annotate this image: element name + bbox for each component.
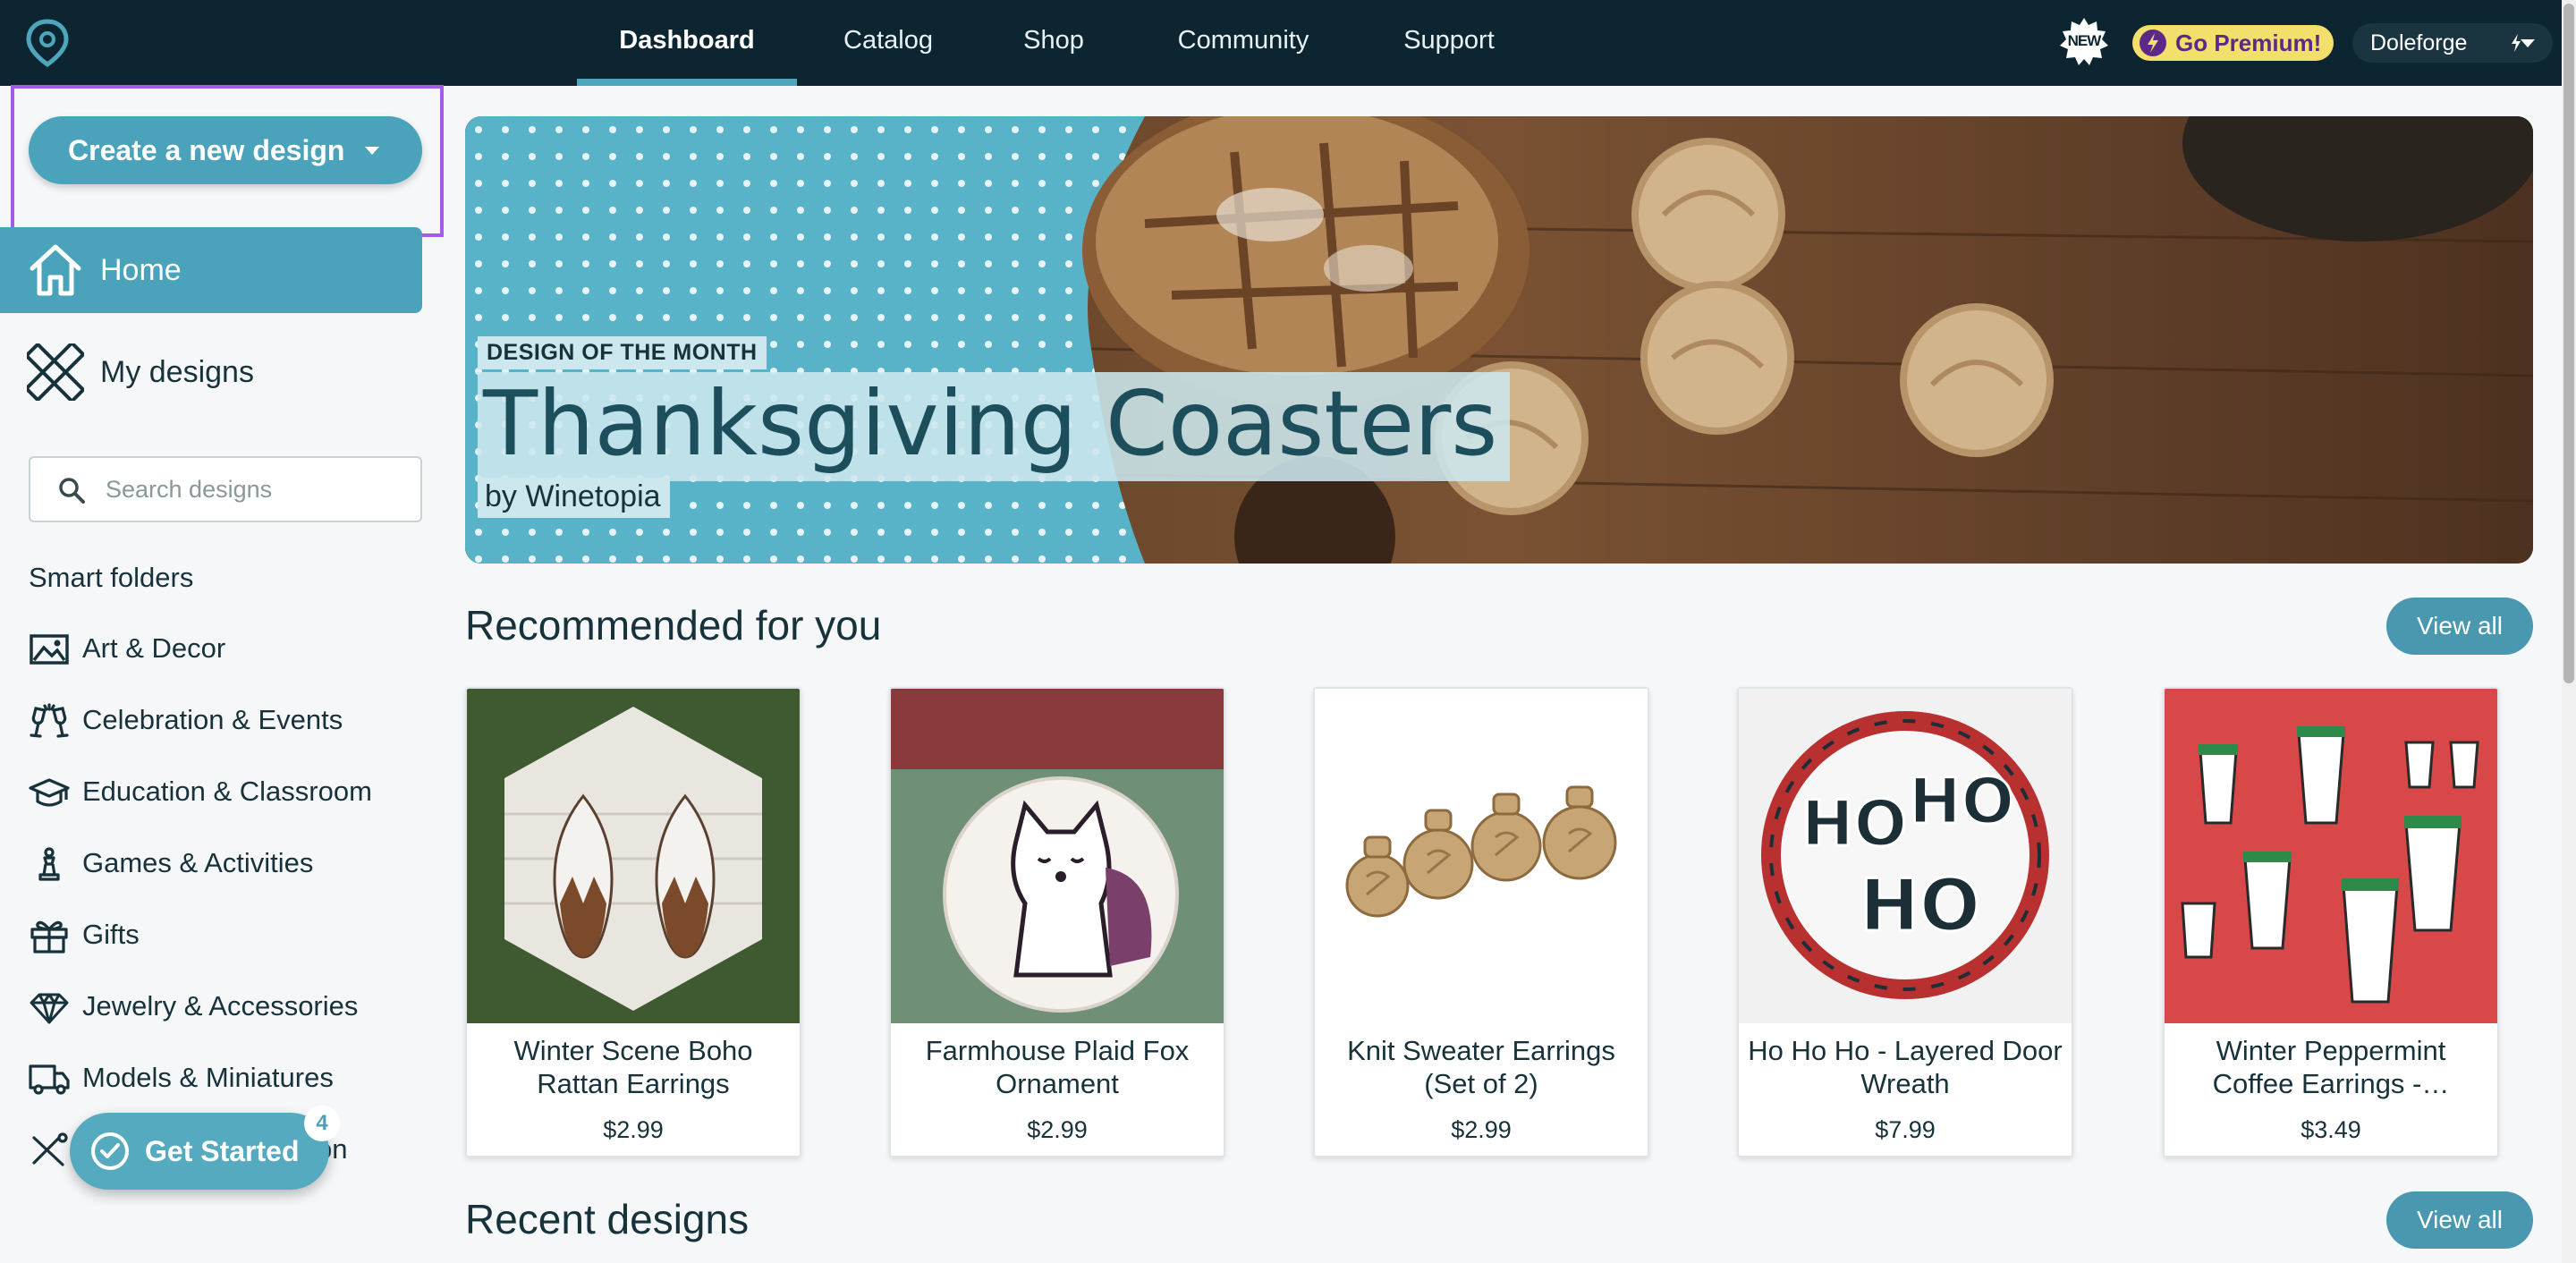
recommended-heading: Recommended for you [465, 602, 882, 648]
product-price: $3.49 [2301, 1116, 2361, 1143]
product-name: Winter Peppermint Coffee Earrings -… [2212, 1035, 2450, 1099]
new-badge[interactable]: NEW [2059, 16, 2109, 66]
checkmark-icon [91, 1132, 129, 1170]
app-logo-icon[interactable] [25, 18, 70, 68]
diamond-icon [30, 993, 69, 1024]
sidebar-item-education-classroom[interactable]: Education & Classroom [29, 764, 440, 819]
sidebar-item-label: Celebration & Events [82, 704, 343, 735]
product-price: $7.99 [1875, 1116, 1936, 1143]
sidebar-item-label: Art & Decor [82, 632, 226, 664]
product-name: Knit Sweater Earrings (Set of 2) [1347, 1035, 1615, 1099]
sidebar-item-jewelry-accessories[interactable]: Jewelry & Accessories [29, 979, 440, 1034]
sidebar-item-label: Games & Activities [82, 847, 314, 878]
product-price: $2.99 [1451, 1116, 1512, 1143]
product-card[interactable]: Knit Sweater Earrings (Set of 2) $2.99 [1313, 687, 1649, 1157]
sidebar-item-label: Models & Miniatures [82, 1062, 334, 1093]
lightning-icon [2140, 30, 2166, 56]
hero-byline: by Winetopia [478, 478, 670, 518]
home-icon [30, 244, 81, 296]
sidebar-item-home[interactable]: Home [0, 227, 422, 313]
user-menu-dropdown[interactable]: Doleforge [2352, 23, 2553, 63]
product-image [891, 689, 1224, 1023]
tab-catalog[interactable]: Catalog [814, 0, 962, 86]
tab-support[interactable]: Support [1383, 0, 1515, 86]
design-of-the-month-tag: DESIGN OF THE MONTH [478, 336, 767, 369]
chevron-down-icon [2521, 39, 2535, 47]
chevron-down-icon [365, 147, 379, 155]
product-card[interactable]: Winter Scene Boho Rattan Earrings $2.99 [465, 687, 801, 1157]
create-new-design-label: Create a new design [68, 134, 345, 166]
product-image: HO HO HO [1739, 689, 2072, 1023]
recommended-view-all-button[interactable]: View all [2386, 598, 2533, 655]
product-card[interactable]: Farmhouse Plaid Fox Ornament $2.99 [889, 687, 1225, 1157]
search-input[interactable] [106, 470, 401, 508]
sidebar-item-label: Jewelry & Accessories [82, 990, 359, 1021]
chess-piece-icon [38, 847, 60, 881]
product-image [1315, 689, 1648, 1023]
username-label: Doleforge [2370, 30, 2468, 55]
get-started-button[interactable]: Get Started [70, 1113, 329, 1190]
gift-icon [30, 920, 68, 954]
go-premium-label: Go Premium! [2175, 30, 2322, 56]
svg-text:HO: HO [1909, 765, 2014, 838]
product-price: $2.99 [1027, 1116, 1088, 1143]
graduation-cap-icon [29, 778, 70, 807]
tab-shop[interactable]: Shop [1002, 0, 1106, 86]
create-new-design-button[interactable]: Create a new design [29, 116, 422, 184]
get-started-label: Get Started [145, 1135, 300, 1167]
product-price: $2.99 [603, 1116, 664, 1143]
tab-dashboard[interactable]: Dashboard [577, 0, 797, 86]
product-image [2165, 689, 2497, 1023]
top-navigation-bar: Dashboard Catalog Shop Community Support… [0, 0, 2562, 86]
new-badge-label: NEW [2067, 32, 2102, 49]
product-card[interactable]: HO HO HO Ho Ho Ho - Layered Door Wreath … [1737, 687, 2073, 1157]
sidebar-item-art-decor[interactable]: Art & Decor [29, 621, 440, 676]
sidebar-item-my-designs[interactable]: My designs [0, 329, 422, 415]
product-name: Farmhouse Plaid Fox Ornament [925, 1035, 1190, 1099]
svg-text:HO: HO [1860, 864, 1980, 947]
smart-folders-heading: Smart folders [29, 562, 194, 593]
get-started-count-badge: 4 [304, 1106, 340, 1141]
truck-icon [29, 1064, 70, 1095]
hero-title: Thanksgiving Coasters [478, 372, 1511, 481]
sidebar-item-celebration-events[interactable]: Celebration & Events [29, 692, 440, 748]
scrollbar-thumb[interactable] [2563, 4, 2574, 683]
sidebar-item-label: Gifts [82, 919, 140, 950]
product-image [467, 689, 800, 1023]
sidebar-item-label: Education & Classroom [82, 776, 372, 807]
image-icon [30, 634, 69, 665]
sidebar-item-gifts[interactable]: Gifts [29, 907, 440, 962]
sidebar-item-games-activities[interactable]: Games & Activities [29, 835, 440, 891]
product-name: Winter Scene Boho Rattan Earrings [513, 1035, 753, 1099]
tools-icon [32, 1132, 68, 1166]
recent-view-all-button[interactable]: View all [2386, 1191, 2533, 1249]
ruler-pencil-icon [27, 343, 84, 401]
tab-community[interactable]: Community [1161, 0, 1326, 86]
search-designs-field[interactable] [29, 456, 422, 522]
sidebar-item-label: Home [100, 253, 182, 287]
coasters-bread-photo [465, 116, 2533, 564]
svg-text:HO: HO [1801, 787, 1907, 860]
design-of-the-month-banner[interactable]: DESIGN OF THE MONTH Thanksgiving Coaster… [465, 116, 2533, 564]
champagne-icon [30, 703, 69, 738]
product-card[interactable]: Winter Peppermint Coffee Earrings -… $3.… [2163, 687, 2499, 1157]
go-premium-button[interactable]: Go Premium! [2132, 25, 2334, 61]
product-name: Ho Ho Ho - Layered Door Wreath [1748, 1035, 2063, 1099]
sidebar-item-label: My designs [100, 355, 254, 389]
search-icon [59, 478, 85, 504]
sidebar-item-models-miniatures[interactable]: Models & Miniatures [29, 1050, 440, 1106]
recent-designs-heading: Recent designs [465, 1196, 750, 1242]
